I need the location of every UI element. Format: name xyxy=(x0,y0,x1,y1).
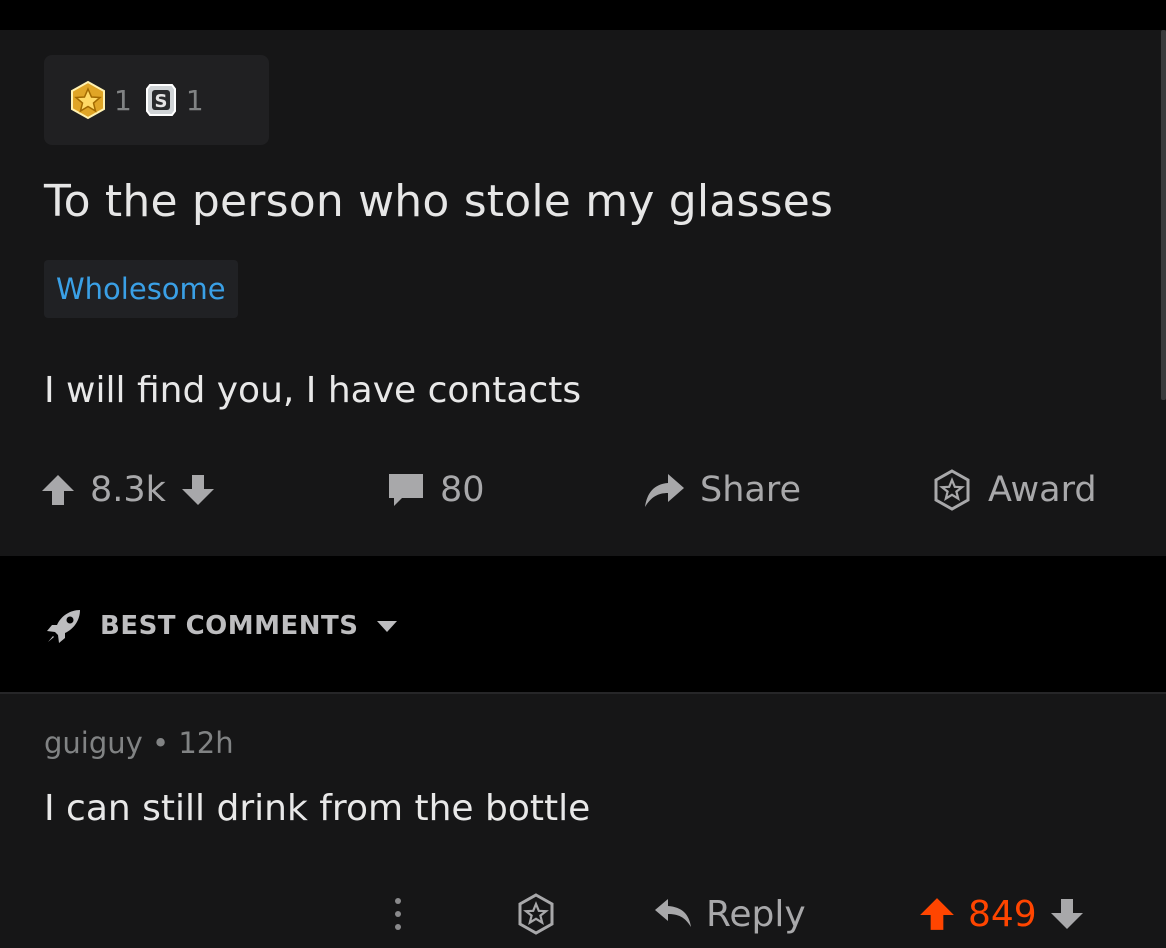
award-count: 1 xyxy=(185,83,204,117)
comment-meta: guiguy • 12h xyxy=(44,726,234,760)
share-icon xyxy=(645,474,684,507)
sort-label: BEST COMMENTS xyxy=(100,611,359,641)
upvote-icon[interactable] xyxy=(40,472,76,508)
more-options-button[interactable] xyxy=(388,884,408,944)
silver-award-icon: S xyxy=(145,84,176,116)
comment-sort-dropdown[interactable]: BEST COMMENTS xyxy=(44,600,399,652)
reply-label: Reply xyxy=(706,893,806,935)
award-count: 1 xyxy=(114,83,132,117)
comment-count: 80 xyxy=(440,470,485,510)
upvote-icon[interactable] xyxy=(918,895,956,933)
share-label: Share xyxy=(700,470,802,510)
caret-down-icon xyxy=(376,621,397,632)
comment-vote-count: 849 xyxy=(968,893,1037,935)
rocket-icon xyxy=(47,610,80,643)
post-actions: 8.3k 80 Share Award xyxy=(0,460,1166,520)
top-bar xyxy=(0,0,1166,30)
reply-button[interactable]: Reply xyxy=(652,884,806,944)
award-label: Award xyxy=(988,470,1097,510)
reply-icon xyxy=(655,899,691,927)
comment-age: 12h xyxy=(178,726,234,760)
award-button[interactable]: Award xyxy=(930,460,1097,520)
more-vertical-icon xyxy=(395,898,401,930)
post-body: I will find you, I have contacts xyxy=(44,370,582,411)
award-icon xyxy=(518,893,554,935)
comment-award-button[interactable] xyxy=(514,884,558,944)
post-flair[interactable]: Wholesome xyxy=(44,260,238,318)
share-button[interactable]: Share xyxy=(642,460,801,520)
award-silver: S 1 xyxy=(142,81,204,119)
downvote-icon[interactable] xyxy=(180,472,216,508)
comment-icon xyxy=(389,474,423,506)
vote-count: 8.3k xyxy=(90,470,166,510)
comment-body: I can still drink from the bottle xyxy=(44,788,591,829)
comment-vote-group: 849 xyxy=(918,884,1085,944)
vote-group: 8.3k xyxy=(40,460,216,520)
downvote-icon[interactable] xyxy=(1049,896,1085,932)
award-star: 1 xyxy=(68,80,132,120)
svg-text:S: S xyxy=(154,91,167,112)
award-icon xyxy=(934,469,970,511)
comments-button[interactable]: 80 xyxy=(386,460,485,520)
comment-author[interactable]: guiguy xyxy=(44,726,143,760)
meta-separator: • xyxy=(152,726,170,760)
scrollbar[interactable] xyxy=(1161,30,1166,400)
awards-badge[interactable]: 1 S 1 xyxy=(44,55,269,145)
post-title[interactable]: To the person who stole my glasses xyxy=(44,176,833,227)
star-award-icon xyxy=(71,80,105,120)
